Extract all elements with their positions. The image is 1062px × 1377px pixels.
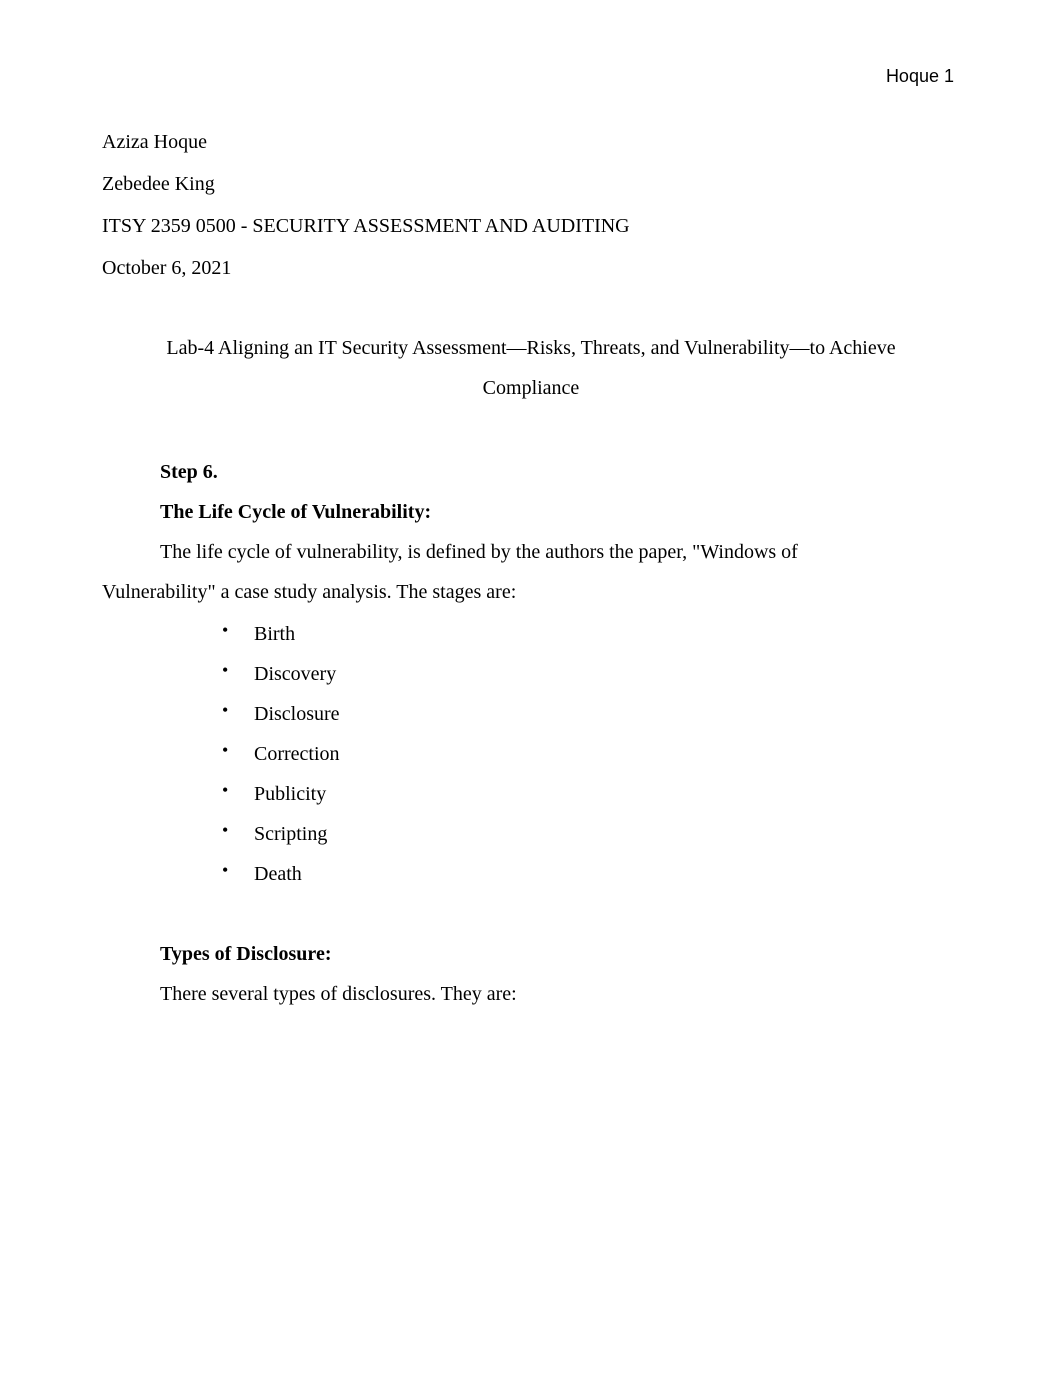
list-item: Death (222, 854, 960, 894)
document-title: Lab-4 Aligning an IT Security Assessment… (102, 328, 960, 408)
title-line-2: Compliance (102, 368, 960, 408)
disclosure-para: There several types of disclosures. They… (102, 974, 960, 1014)
lifecycle-para-line1: The life cycle of vulnerability, is defi… (102, 532, 960, 572)
list-item: Disclosure (222, 694, 960, 734)
running-head: Hoque 1 (102, 58, 960, 94)
lifecycle-list: Birth Discovery Disclosure Correction Pu… (102, 614, 960, 894)
course-line: ITSY 2359 0500 - SECURITY ASSESSMENT AND… (102, 206, 960, 246)
list-item: Correction (222, 734, 960, 774)
list-item: Publicity (222, 774, 960, 814)
title-line-1: Lab-4 Aligning an IT Security Assessment… (102, 328, 960, 368)
list-item: Scripting (222, 814, 960, 854)
lifecycle-heading: The Life Cycle of Vulnerability: (102, 492, 960, 532)
date-line: October 6, 2021 (102, 248, 960, 288)
author-line: Aziza Hoque (102, 122, 960, 162)
lifecycle-para-line2: Vulnerability" a case study analysis. Th… (102, 572, 960, 612)
list-item: Discovery (222, 654, 960, 694)
disclosure-heading: Types of Disclosure: (102, 934, 960, 974)
step-heading: Step 6. (102, 452, 960, 492)
instructor-line: Zebedee King (102, 164, 960, 204)
list-item: Birth (222, 614, 960, 654)
